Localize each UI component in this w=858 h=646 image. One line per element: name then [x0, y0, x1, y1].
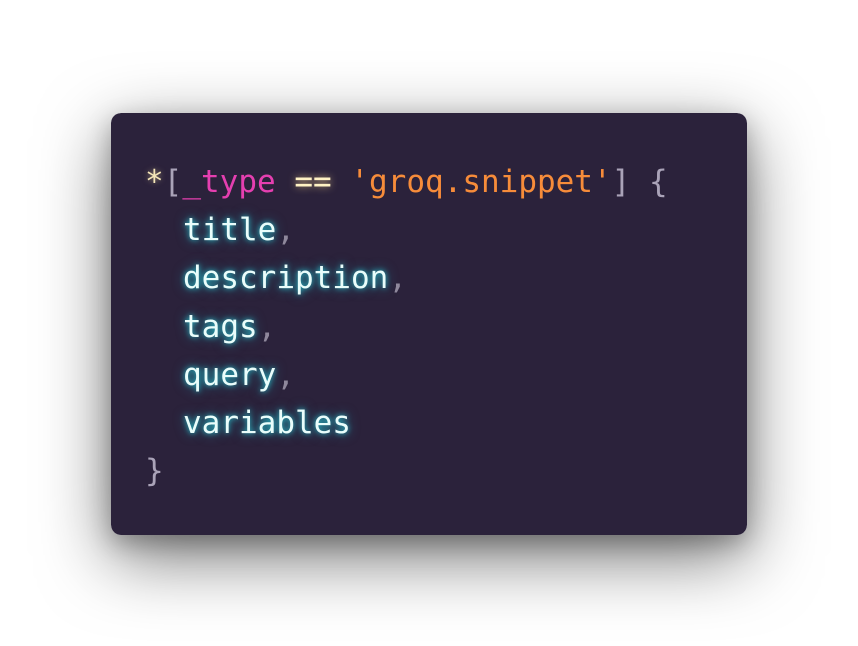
- filter-close-bracket: ]: [611, 164, 631, 200]
- equality-operator: ==: [294, 164, 332, 200]
- code-line-filter: *[_type == 'groq.snippet'] {: [145, 158, 668, 206]
- type-string-literal: 'groq.snippet': [350, 164, 612, 200]
- projection-close-brace: }: [145, 453, 164, 490]
- projection-field-name: query: [183, 356, 277, 393]
- code-snippet-window: *[_type == 'groq.snippet'] {title, descri…: [111, 113, 747, 535]
- page-canvas: *[_type == 'groq.snippet'] {title, descri…: [0, 0, 858, 646]
- projection-separator: ,: [276, 212, 295, 249]
- code-line-projection-field: description,: [145, 254, 668, 302]
- filter-open-bracket: [: [163, 164, 183, 200]
- projection-separator: ,: [388, 260, 407, 297]
- code-line-projection-field: variables: [145, 399, 668, 447]
- projection-field-name: tags: [183, 308, 258, 345]
- groq-query-code: *[_type == 'groq.snippet'] {title, descri…: [145, 158, 668, 495]
- code-line-close: }: [145, 447, 668, 495]
- projection-separator: ,: [276, 356, 295, 393]
- code-line-projection-field: title,: [145, 206, 668, 254]
- type-field: _type: [182, 164, 276, 200]
- projection-field-name: title: [183, 212, 277, 249]
- projection-field-name: description: [183, 260, 389, 297]
- projection-separator: ,: [257, 308, 277, 345]
- projection-field-name: variables: [183, 404, 351, 441]
- wildcard-star: *: [145, 164, 164, 200]
- code-line-projection-field: tags,: [145, 303, 668, 351]
- projection-open-brace: {: [648, 164, 668, 200]
- code-line-projection-field: query,: [145, 351, 668, 399]
